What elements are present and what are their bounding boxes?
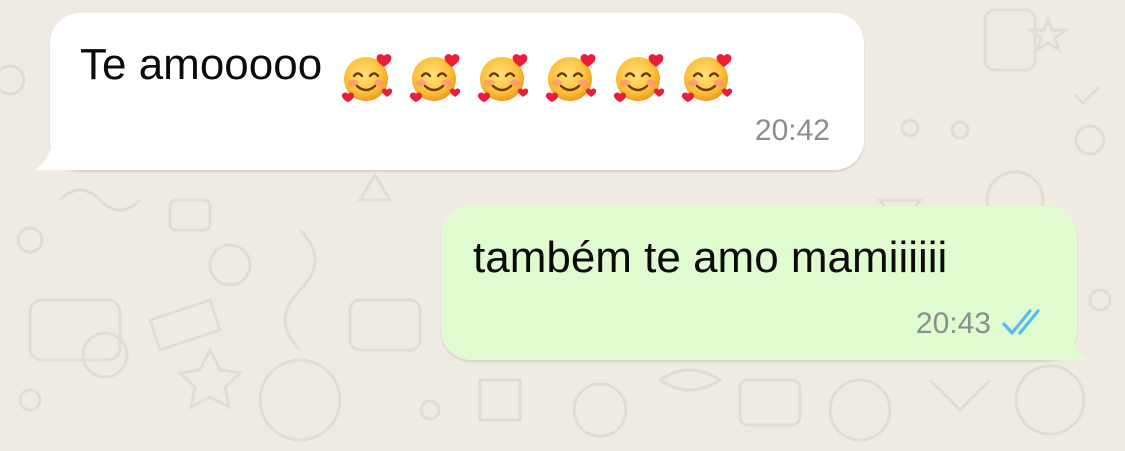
outgoing-message-time: 20:43 <box>915 307 991 340</box>
smiling-face-with-hearts-emoji <box>342 54 393 103</box>
outgoing-bubble-tail <box>1045 324 1093 360</box>
smiling-face-with-hearts-emoji <box>410 54 461 103</box>
incoming-message-time: 20:42 <box>754 114 830 147</box>
double-check-icon <box>1002 309 1040 335</box>
incoming-bubble-tail <box>34 134 76 170</box>
incoming-message-text: Te amooooo <box>80 40 323 89</box>
smiling-face-with-hearts-emoji <box>546 54 597 103</box>
smiling-face-with-hearts-emoji <box>478 54 529 103</box>
emoji-row <box>340 50 748 104</box>
outgoing-message-text: também te amo mamiiiiii <box>473 233 948 282</box>
outgoing-message-bubble[interactable]: também te amo mamiiiiii 20:43 <box>441 206 1077 360</box>
incoming-message-bubble[interactable]: Te amooooo 20:42 <box>50 13 864 170</box>
smiling-face-with-hearts-emoji <box>614 54 665 103</box>
smiling-face-with-hearts-emoji <box>682 54 733 103</box>
incoming-message-text-row: Te amooooo <box>80 43 748 104</box>
